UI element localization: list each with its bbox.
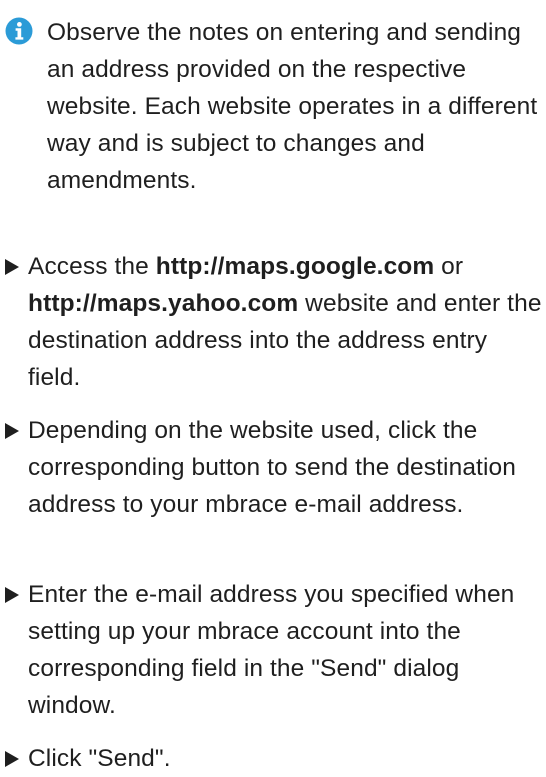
info-note: Observe the notes on entering and sendin… [5, 14, 541, 199]
yahoo-maps-link[interactable]: http://maps.yahoo.com [28, 290, 298, 317]
google-maps-link[interactable]: http://maps.google.com [156, 253, 435, 280]
info-icon [5, 17, 33, 45]
triangle-right-icon [5, 423, 19, 439]
step-item: Access the http://maps.google.com or htt… [5, 248, 545, 396]
step-text: Click "Send". [28, 745, 171, 772]
step-item: Depending on the website used, click the… [5, 412, 545, 523]
step-text-before: Access the [28, 253, 156, 280]
triangle-right-icon [5, 587, 19, 603]
step-item: Enter the e-mail address you specified w… [5, 576, 545, 724]
step-text: Access the http://maps.google.com or htt… [28, 248, 545, 396]
triangle-right-icon [5, 751, 19, 767]
step-text: Enter the e-mail address you specified w… [28, 581, 515, 719]
step-text: Depending on the website used, click the… [28, 417, 516, 518]
info-note-text: Observe the notes on entering and sendin… [47, 19, 538, 194]
step-item: Click "Send". [5, 740, 545, 777]
step-text-between: or [434, 253, 464, 280]
triangle-right-icon [5, 259, 19, 275]
instruction-page: Observe the notes on entering and sendin… [0, 0, 546, 772]
